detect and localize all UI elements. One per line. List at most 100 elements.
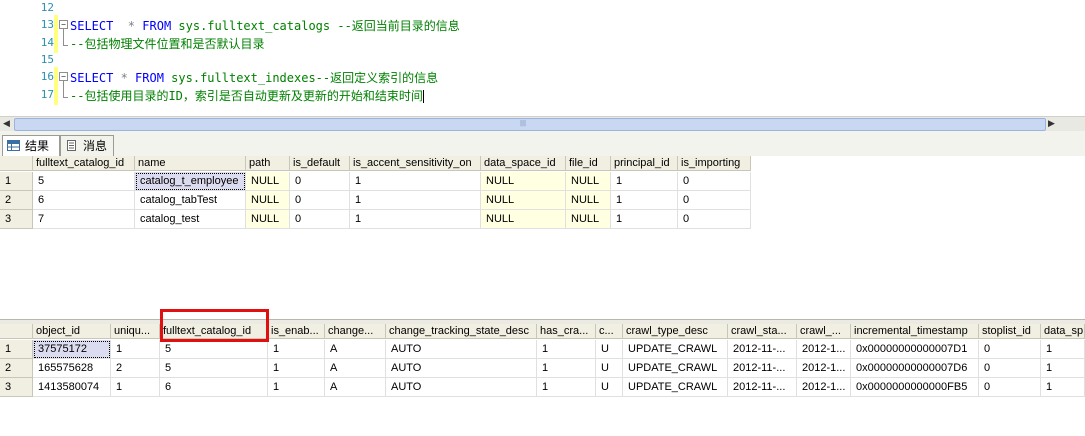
query-editor[interactable]: 12 13 14 15 16 17 − − SELECT * FROM sys.… [0, 0, 1085, 116]
grid-cell[interactable]: U [596, 359, 623, 378]
grid-cell[interactable]: 1 [611, 191, 678, 210]
column-header[interactable]: is_accent_sensitivity_on [350, 156, 481, 171]
grid-cell[interactable]: NULL [481, 191, 566, 210]
grid-cell[interactable]: 1 [268, 340, 325, 359]
column-header[interactable]: crawl_... [797, 324, 851, 339]
grid-cell[interactable]: NULL [566, 210, 611, 229]
grid-cell[interactable]: A [325, 359, 386, 378]
column-header[interactable]: name [135, 156, 246, 171]
column-header[interactable]: c... [596, 324, 623, 339]
grid-cell[interactable]: AUTO [386, 378, 537, 397]
grid-cell[interactable]: 2 [111, 359, 160, 378]
grid-cell[interactable]: 0x00000000000007D1 [851, 340, 979, 359]
collapse-icon[interactable]: − [59, 20, 68, 29]
column-header[interactable]: data_sp [1041, 324, 1085, 339]
grid-cell[interactable]: 0 [290, 172, 350, 191]
column-header[interactable]: crawl_type_desc [623, 324, 728, 339]
scroll-right-arrow-icon[interactable]: ▶ [1045, 118, 1058, 130]
grid-cell[interactable]: 165575628 [33, 359, 111, 378]
grid-cell[interactable]: UPDATE_CRAWL [623, 359, 728, 378]
result-grid-catalogs[interactable]: fulltext_catalog_id name path is_default is_… [0, 156, 1085, 319]
grid-cell[interactable]: AUTO [386, 340, 537, 359]
grid-cell[interactable]: 1 [611, 172, 678, 191]
row-number[interactable]: 3 [0, 210, 33, 229]
column-header[interactable]: is_enab... [268, 324, 325, 339]
tab-results[interactable]: 结果 [2, 135, 60, 157]
grid-cell[interactable]: 2012-1... [797, 340, 851, 359]
grid-corner[interactable] [0, 156, 33, 171]
column-header[interactable]: is_default [290, 156, 350, 171]
grid-cell[interactable]: NULL [246, 191, 290, 210]
column-header[interactable]: object_id [33, 324, 111, 339]
row-number[interactable]: 3 [0, 378, 33, 397]
row-number[interactable]: 2 [0, 191, 33, 210]
column-header[interactable]: is_importing [678, 156, 751, 171]
grid-cell[interactable]: 1 [350, 210, 481, 229]
tab-messages[interactable]: 消息 [60, 135, 114, 156]
grid-cell[interactable]: 2012-11-... [728, 378, 797, 397]
grid-cell[interactable]: AUTO [386, 359, 537, 378]
grid-cell[interactable]: 7 [33, 210, 135, 229]
grid-cell[interactable]: 1 [268, 378, 325, 397]
scroll-left-arrow-icon[interactable]: ◀ [0, 118, 13, 130]
grid-cell[interactable]: NULL [481, 210, 566, 229]
grid-cell[interactable]: NULL [246, 172, 290, 191]
grid-cell[interactable]: 1413580074 [33, 378, 111, 397]
grid-cell[interactable]: NULL [481, 172, 566, 191]
grid-cell[interactable]: A [325, 340, 386, 359]
grid-cell[interactable]: 37575172 [33, 340, 111, 359]
row-number[interactable]: 1 [0, 340, 33, 359]
grid-cell[interactable]: catalog_test [135, 210, 246, 229]
grid-cell[interactable]: 1 [537, 340, 596, 359]
grid-cell[interactable]: 1 [111, 340, 160, 359]
grid-cell[interactable]: U [596, 340, 623, 359]
grid-cell[interactable]: 5 [33, 172, 135, 191]
grid-cell[interactable]: 1 [1041, 340, 1085, 359]
grid-cell[interactable]: 0 [678, 191, 751, 210]
grid-cell[interactable]: UPDATE_CRAWL [623, 340, 728, 359]
horizontal-scrollbar[interactable]: ◀ ||| ▶ [0, 116, 1085, 131]
column-header[interactable]: file_id [566, 156, 611, 171]
grid-cell[interactable]: catalog_t_employee [135, 172, 246, 191]
grid-cell[interactable]: 1 [1041, 378, 1085, 397]
grid-cell[interactable]: 0 [979, 359, 1041, 378]
column-header[interactable]: path [246, 156, 290, 171]
row-number[interactable]: 1 [0, 172, 33, 191]
grid-cell[interactable]: 2012-11-... [728, 359, 797, 378]
grid-cell[interactable]: NULL [246, 210, 290, 229]
grid-cell[interactable]: 5 [160, 340, 268, 359]
grid-cell[interactable]: 0 [678, 210, 751, 229]
column-header[interactable]: has_cra... [537, 324, 596, 339]
column-header[interactable]: stoplist_id [979, 324, 1041, 339]
column-header[interactable]: crawl_sta... [728, 324, 797, 339]
grid-corner[interactable] [0, 324, 33, 339]
grid-cell[interactable]: 0 [290, 210, 350, 229]
grid-cell[interactable]: UPDATE_CRAWL [623, 378, 728, 397]
grid-cell[interactable]: 1 [537, 359, 596, 378]
grid-cell[interactable]: 0 [979, 378, 1041, 397]
grid-cell[interactable]: 1 [350, 191, 481, 210]
grid-cell[interactable]: 6 [160, 378, 268, 397]
grid-cell[interactable]: catalog_tabTest [135, 191, 246, 210]
grid-cell[interactable]: 2012-11-... [728, 340, 797, 359]
grid-cell[interactable]: NULL [566, 172, 611, 191]
column-header[interactable]: change_tracking_state_desc [386, 324, 537, 339]
grid-cell[interactable]: NULL [566, 191, 611, 210]
grid-cell[interactable]: 5 [160, 359, 268, 378]
grid-cell[interactable]: 1 [537, 378, 596, 397]
grid-cell[interactable]: 1 [611, 210, 678, 229]
scrollbar-thumb[interactable] [14, 118, 1046, 131]
grid-cell[interactable]: 0 [678, 172, 751, 191]
row-number[interactable]: 2 [0, 359, 33, 378]
collapse-icon[interactable]: − [59, 72, 68, 81]
grid-cell[interactable]: 1 [111, 378, 160, 397]
column-header[interactable]: data_space_id [481, 156, 566, 171]
column-header[interactable]: incremental_timestamp [851, 324, 979, 339]
grid-cell[interactable]: A [325, 378, 386, 397]
column-header[interactable]: fulltext_catalog_id [33, 156, 135, 171]
grid-cell[interactable]: 2012-1... [797, 359, 851, 378]
grid-cell[interactable]: 1 [350, 172, 481, 191]
grid-cell[interactable]: 6 [33, 191, 135, 210]
column-header[interactable]: uniqu... [111, 324, 160, 339]
grid-cell[interactable]: 0 [979, 340, 1041, 359]
